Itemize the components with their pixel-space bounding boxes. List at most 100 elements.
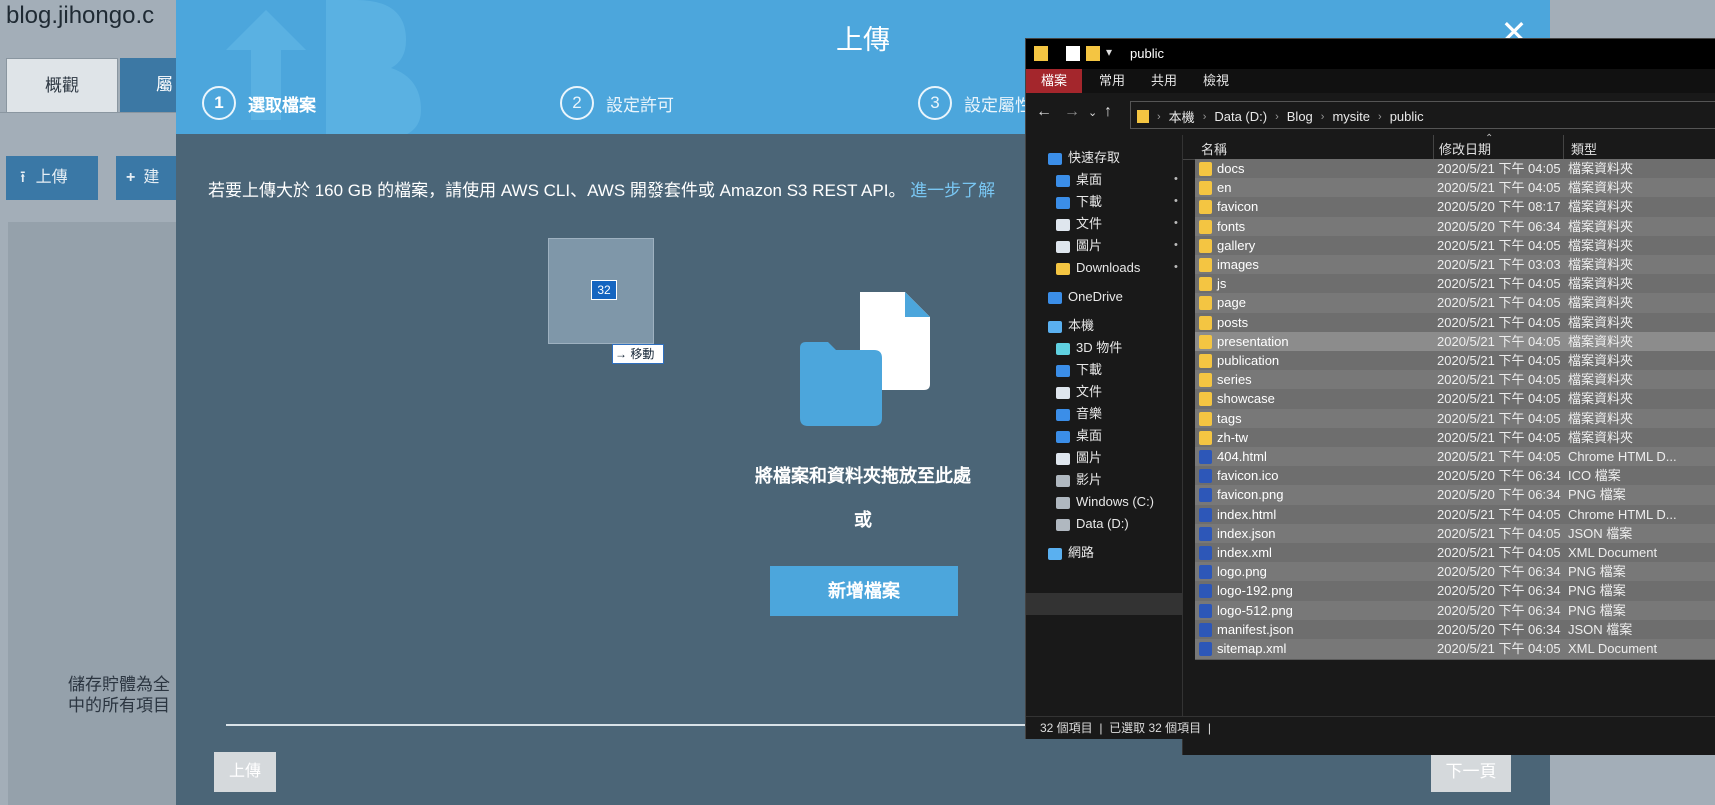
background-content-panel bbox=[8, 222, 180, 805]
nav-item[interactable]: 文件 bbox=[1056, 213, 1102, 235]
folder-icon bbox=[1199, 238, 1212, 253]
ribbon-tab-view[interactable]: 檢視 bbox=[1192, 69, 1240, 93]
pin-icon[interactable]: • bbox=[1174, 217, 1178, 229]
step-set-permissions[interactable]: 2 設定許可 bbox=[560, 86, 674, 120]
file-row[interactable]: index.json 2020/5/21 下午 04:05 JSON 檔案 bbox=[1195, 523, 1715, 545]
nav-item[interactable]: OneDrive bbox=[1048, 286, 1123, 308]
breadcrumb-this-pc[interactable]: 本機 bbox=[1169, 107, 1195, 126]
file-row[interactable]: index.html 2020/5/21 下午 04:05 Chrome HTML … bbox=[1195, 504, 1715, 526]
address-bar[interactable]: › 本機 › Data (D:) › Blog › mysite › publi… bbox=[1130, 101, 1715, 129]
learn-more-link[interactable]: 進一步了解 bbox=[910, 181, 995, 200]
file-date: 2020/5/21 下午 04:05 bbox=[1437, 372, 1561, 388]
tab-overview[interactable]: 概觀 bbox=[6, 58, 118, 113]
forward-arrow-icon[interactable]: → bbox=[1064, 103, 1080, 121]
file-date: 2020/5/21 下午 04:05 bbox=[1437, 410, 1561, 426]
file-row[interactable]: zh-tw 2020/5/21 下午 04:05 檔案資料夾 bbox=[1195, 427, 1715, 449]
back-arrow-icon[interactable]: ← bbox=[1036, 103, 1052, 121]
file-row[interactable]: tags 2020/5/21 下午 04:05 檔案資料夾 bbox=[1195, 408, 1715, 430]
file-row[interactable]: index.xml 2020/5/21 下午 04:05 XML Document bbox=[1195, 543, 1715, 564]
background-upload-button[interactable]: ⭱ 上傳 bbox=[6, 156, 98, 200]
step-set-properties[interactable]: 3 設定屬性 bbox=[918, 86, 1032, 120]
nav-item[interactable]: 下載 bbox=[1056, 359, 1102, 381]
file-row[interactable]: favicon.ico 2020/5/20 下午 06:34 ICO 檔案 bbox=[1195, 466, 1715, 488]
file-name: 404.html bbox=[1217, 449, 1267, 464]
nav-item[interactable]: 桌面 bbox=[1056, 425, 1102, 447]
pin-icon[interactable]: • bbox=[1174, 173, 1178, 185]
file-row[interactable]: sitemap.xml 2020/5/21 下午 04:05 XML Documen… bbox=[1195, 639, 1715, 660]
nav-item[interactable]: 音樂 bbox=[1056, 403, 1102, 425]
file-row[interactable]: showcase 2020/5/21 下午 04:05 檔案資料夾 bbox=[1195, 389, 1715, 411]
file-type: 檔案資料夾 bbox=[1568, 314, 1634, 330]
file-row[interactable]: logo-512.png 2020/5/20 下午 06:34 PNG 檔案 bbox=[1195, 600, 1715, 622]
file-date: 2020/5/21 下午 04:05 bbox=[1437, 180, 1561, 196]
file-row[interactable]: posts 2020/5/21 下午 04:05 檔案資料夾 bbox=[1195, 312, 1715, 334]
properties-icon[interactable] bbox=[1066, 46, 1080, 61]
pin-icon[interactable]: • bbox=[1174, 261, 1178, 273]
file-row[interactable]: logo-192.png 2020/5/20 下午 06:34 PNG 檔案 bbox=[1195, 581, 1715, 603]
file-row[interactable]: presentation 2020/5/21 下午 04:05 檔案資料夾 bbox=[1195, 331, 1715, 353]
folder-icon bbox=[1199, 315, 1212, 330]
nav-item[interactable]: 桌面 bbox=[1056, 169, 1102, 191]
next-button[interactable]: 下一頁 bbox=[1431, 752, 1511, 792]
breadcrumb-public[interactable]: public bbox=[1390, 109, 1424, 124]
new-folder-icon[interactable] bbox=[1086, 46, 1100, 61]
file-row[interactable]: series 2020/5/21 下午 04:05 檔案資料夾 bbox=[1195, 370, 1715, 392]
file-name: showcase bbox=[1217, 391, 1275, 407]
file-icon bbox=[1199, 488, 1212, 503]
nav-item-label: 本機 bbox=[1068, 318, 1095, 333]
breadcrumb-blog[interactable]: Blog bbox=[1287, 109, 1313, 124]
file-type: 檔案資料夾 bbox=[1568, 276, 1634, 292]
column-type[interactable]: 類型 bbox=[1571, 139, 1597, 158]
add-files-button[interactable]: 新增檔案 bbox=[770, 566, 958, 616]
nav-item[interactable]: 本機 bbox=[1048, 315, 1094, 337]
nav-item[interactable]: 文件 bbox=[1056, 381, 1102, 403]
nav-item-label: 圖片 bbox=[1076, 450, 1103, 465]
upload-button[interactable]: 上傳 bbox=[214, 752, 276, 792]
up-arrow-icon[interactable]: ↑ bbox=[1104, 103, 1112, 121]
file-row[interactable]: 404.html 2020/5/21 下午 04:05 Chrome HTML D.… bbox=[1195, 447, 1715, 468]
step-select-files[interactable]: 1 選取檔案 bbox=[202, 86, 316, 120]
folder-icon bbox=[1199, 277, 1212, 292]
file-type: 檔案資料夾 bbox=[1568, 391, 1634, 407]
nav-item[interactable]: Windows (C:) bbox=[1056, 491, 1154, 513]
breadcrumb-data-drive[interactable]: Data (D:) bbox=[1214, 109, 1267, 124]
nav-item[interactable]: 網路 bbox=[1048, 542, 1094, 564]
file-row[interactable]: publication 2020/5/21 下午 04:05 檔案資料夾 bbox=[1195, 351, 1715, 372]
file-row[interactable]: favicon.png 2020/5/20 下午 06:34 PNG 檔案 bbox=[1195, 485, 1715, 507]
file-row[interactable]: manifest.json 2020/5/20 下午 06:34 JSON 檔案 bbox=[1195, 619, 1715, 641]
nav-item[interactable]: 圖片 bbox=[1056, 447, 1102, 469]
nav-item[interactable]: 快速存取 bbox=[1048, 147, 1120, 169]
file-type: PNG 檔案 bbox=[1568, 583, 1626, 599]
file-type: ICO 檔案 bbox=[1568, 468, 1621, 484]
ribbon-tab-share[interactable]: 共用 bbox=[1140, 69, 1188, 93]
nav-item[interactable]: 3D 物件 bbox=[1056, 337, 1122, 359]
nav-item[interactable]: Downloads bbox=[1056, 257, 1140, 279]
nav-item[interactable]: 圖片 bbox=[1056, 235, 1102, 257]
file-row[interactable]: logo.png 2020/5/20 下午 06:34 PNG 檔案 bbox=[1195, 562, 1715, 584]
folder-icon bbox=[1199, 219, 1212, 234]
pin-icon[interactable]: • bbox=[1174, 195, 1178, 207]
picture-icon bbox=[1056, 240, 1070, 253]
column-date[interactable]: 修改日期 bbox=[1439, 139, 1491, 158]
nav-item[interactable]: 影片 bbox=[1056, 469, 1102, 491]
pin-icon[interactable]: • bbox=[1174, 239, 1178, 251]
ribbon-tab-home[interactable]: 常用 bbox=[1088, 69, 1136, 93]
file-row[interactable]: fonts 2020/5/20 下午 06:34 檔案資料夾 bbox=[1195, 216, 1715, 238]
customize-toolbar-icon[interactable]: ▾ bbox=[1106, 45, 1112, 59]
file-row[interactable]: en 2020/5/21 下午 04:05 檔案資料夾 bbox=[1195, 178, 1715, 200]
recent-locations-icon[interactable]: ⌄ bbox=[1088, 106, 1097, 119]
file-date: 2020/5/21 下午 04:05 bbox=[1437, 295, 1561, 311]
file-row[interactable]: js 2020/5/21 下午 04:05 檔案資料夾 bbox=[1195, 274, 1715, 296]
file-row[interactable]: favicon 2020/5/20 下午 08:17 檔案資料夾 bbox=[1195, 197, 1715, 219]
breadcrumb-mysite[interactable]: mysite bbox=[1332, 109, 1370, 124]
nav-item[interactable]: 下載 bbox=[1056, 191, 1102, 213]
ribbon-tab-file[interactable]: 檔案 bbox=[1026, 69, 1082, 93]
column-name[interactable]: 名稱 bbox=[1201, 139, 1227, 158]
nav-item-label: 下載 bbox=[1076, 194, 1103, 209]
nav-item[interactable]: Data (D:) bbox=[1056, 513, 1129, 535]
file-row[interactable]: page 2020/5/21 下午 04:05 檔案資料夾 bbox=[1195, 293, 1715, 315]
file-row[interactable]: images 2020/5/21 下午 03:03 檔案資料夾 bbox=[1195, 255, 1715, 276]
background-create-folder-button[interactable]: + 建 bbox=[116, 156, 180, 200]
file-row[interactable]: gallery 2020/5/21 下午 04:05 檔案資料夾 bbox=[1195, 235, 1715, 257]
file-row[interactable]: docs 2020/5/21 下午 04:05 檔案資料夾 bbox=[1195, 159, 1715, 180]
